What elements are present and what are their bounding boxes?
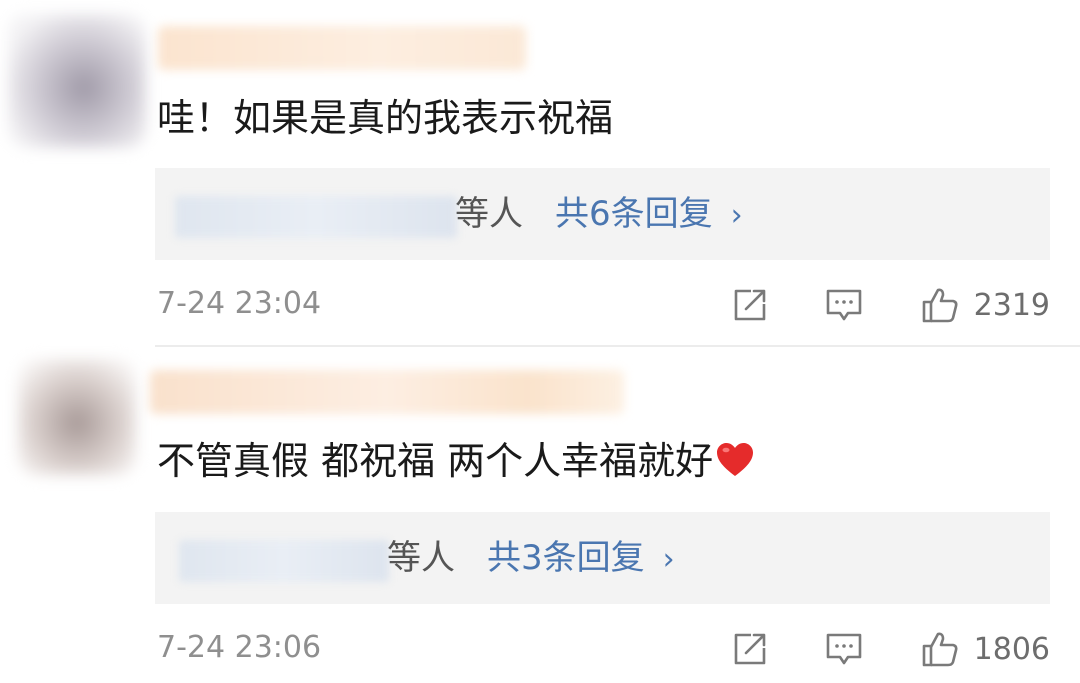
like-count: 1806: [973, 631, 1050, 667]
reply-suffix: 等人: [455, 194, 523, 234]
comment-time: 7-24 23:06: [157, 630, 322, 665]
reply-count-link[interactable]: 共6条回复 ›: [555, 194, 743, 236]
chevron-right-icon: ›: [662, 542, 675, 577]
thumbs-up-icon[interactable]: [920, 285, 960, 325]
reply-names-blurred: [179, 540, 389, 582]
comment-icon[interactable]: [824, 629, 864, 669]
comment-text: 哇！如果是真的我表示祝福: [157, 96, 614, 140]
comment-item: 哇！如果是真的我表示祝福 等人 共6条回复 › 7-24 23:04 2319: [0, 0, 1080, 345]
comment-text-row: 不管真假 都祝福 两个人幸福就好: [157, 439, 755, 483]
reply-count-label: 共6条回复: [555, 194, 713, 234]
comment-item: 不管真假 都祝福 两个人幸福就好 等人 共3条回复 › 7-24 23:06 18…: [0, 345, 1080, 683]
share-icon[interactable]: [730, 629, 770, 669]
reply-preview[interactable]: 等人 共6条回复 ›: [155, 168, 1050, 260]
like-count: 2319: [973, 287, 1050, 323]
username-blurred[interactable]: [150, 370, 624, 414]
reply-names-blurred: [175, 196, 457, 238]
red-heart-emoji-icon: [717, 443, 754, 476]
thumbs-up-icon[interactable]: [920, 629, 960, 669]
avatar[interactable]: [8, 14, 146, 148]
comment-time: 7-24 23:04: [157, 286, 322, 321]
comment-actions: 1806: [730, 628, 1050, 670]
comment-actions: 2319: [730, 284, 1050, 326]
comment-icon[interactable]: [824, 285, 864, 325]
chevron-right-icon: ›: [730, 198, 743, 233]
reply-suffix: 等人: [387, 538, 455, 578]
reply-count-label: 共3条回复: [487, 538, 645, 578]
reply-count-link[interactable]: 共3条回复 ›: [487, 538, 675, 580]
avatar[interactable]: [18, 359, 136, 475]
comment-text: 不管真假 都祝福 两个人幸福就好: [157, 439, 714, 483]
username-blurred[interactable]: [158, 26, 526, 70]
reply-preview[interactable]: 等人 共3条回复 ›: [155, 512, 1050, 604]
share-icon[interactable]: [730, 285, 770, 325]
